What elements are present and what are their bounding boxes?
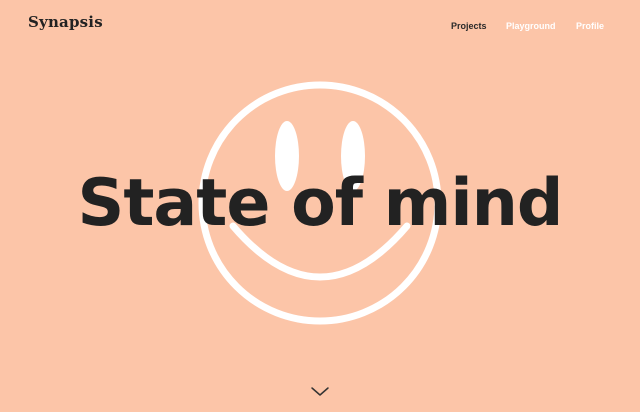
hero-headline: State of mind <box>77 166 564 241</box>
main-nav: Projects Playground Profile <box>0 20 640 34</box>
nav-item-playground[interactable]: Playground <box>506 20 556 32</box>
chevron-down-icon[interactable] <box>309 384 331 398</box>
nav-item-profile[interactable]: Profile <box>576 20 604 32</box>
nav-item-projects[interactable]: Projects <box>451 20 487 32</box>
site-header: Synapsis Projects Playground Profile <box>0 0 640 50</box>
